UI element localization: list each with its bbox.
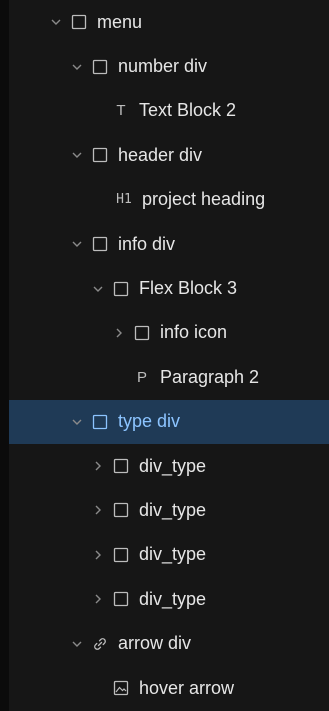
chevron-down-icon[interactable] [70, 237, 84, 251]
tree-item-div-type[interactable]: div_type [9, 533, 329, 577]
tree-item-label: Paragraph 2 [160, 366, 260, 387]
box-icon [133, 324, 151, 342]
tree-item-label: hover arrow [139, 677, 235, 698]
tree-item-paragraph-2[interactable]: P Paragraph 2 [9, 355, 329, 399]
tree-item-label: header div [118, 144, 203, 165]
paragraph-icon: P [133, 368, 151, 386]
panel-edge [0, 0, 9, 711]
box-icon [91, 413, 109, 431]
tree-item-menu[interactable]: menu [9, 0, 329, 44]
tree-item-div-type[interactable]: div_type [9, 444, 329, 488]
heading-icon: H1 [112, 191, 136, 209]
box-icon [112, 546, 130, 564]
chevron-down-icon[interactable] [70, 415, 84, 429]
tree-item-label: Text Block 2 [139, 100, 237, 121]
box-icon [91, 146, 109, 164]
tree-item-info-icon[interactable]: info icon [9, 311, 329, 355]
tree-item-div-type[interactable]: div_type [9, 488, 329, 532]
chevron-down-icon[interactable] [91, 282, 105, 296]
chevron-down-icon[interactable] [70, 60, 84, 74]
chevron-down-icon[interactable] [49, 15, 63, 29]
chevron-down-icon[interactable] [70, 148, 84, 162]
text-block-glyph: T [116, 102, 126, 120]
tree-item-arrow-div[interactable]: arrow div [9, 621, 329, 665]
box-icon [70, 13, 88, 31]
tree-item-project-heading[interactable]: H1 project heading [9, 178, 329, 222]
heading-glyph: H1 [116, 192, 132, 208]
tree-item-label: Flex Block 3 [139, 278, 238, 299]
tree-item-label: type div [118, 411, 181, 432]
tree-item-label: div_type [139, 544, 207, 565]
tree-item-label: info div [118, 233, 176, 254]
navigator-panel: menu number div T Text Block 2 header di… [0, 0, 329, 711]
link-icon [91, 635, 109, 653]
tree-item-text-block-2[interactable]: T Text Block 2 [9, 89, 329, 133]
chevron-right-icon[interactable] [91, 459, 105, 473]
chevron-right-icon[interactable] [91, 503, 105, 517]
tree-item-header-div[interactable]: header div [9, 133, 329, 177]
tree-item-number-div[interactable]: number div [9, 44, 329, 88]
tree-item-type-div[interactable]: type div [9, 399, 329, 444]
text-block-icon: T [112, 102, 130, 120]
box-icon [112, 280, 130, 298]
chevron-right-icon[interactable] [91, 548, 105, 562]
paragraph-glyph: P [136, 368, 147, 386]
box-icon [91, 58, 109, 76]
tree-item-label: info icon [160, 322, 228, 343]
element-tree: menu number div T Text Block 2 header di… [9, 0, 329, 710]
tree-item-div-type[interactable]: div_type [9, 577, 329, 621]
chevron-down-icon[interactable] [70, 637, 84, 651]
tree-item-label: number div [118, 56, 208, 77]
tree-item-info-div[interactable]: info div [9, 222, 329, 266]
tree-item-label: menu [97, 11, 143, 32]
box-icon [112, 590, 130, 608]
tree-item-hover-arrow[interactable]: hover arrow [9, 666, 329, 710]
tree-item-label: div_type [139, 499, 207, 520]
tree-item-label: div_type [139, 455, 207, 476]
box-icon [112, 457, 130, 475]
chevron-right-icon[interactable] [112, 326, 126, 340]
tree-item-label: project heading [142, 189, 266, 210]
box-icon [91, 235, 109, 253]
tree-item-label: arrow div [118, 633, 192, 654]
chevron-right-icon[interactable] [91, 592, 105, 606]
box-icon [112, 501, 130, 519]
image-icon [112, 679, 130, 697]
tree-item-flex-block-3[interactable]: Flex Block 3 [9, 266, 329, 310]
tree-item-label: div_type [139, 588, 207, 609]
